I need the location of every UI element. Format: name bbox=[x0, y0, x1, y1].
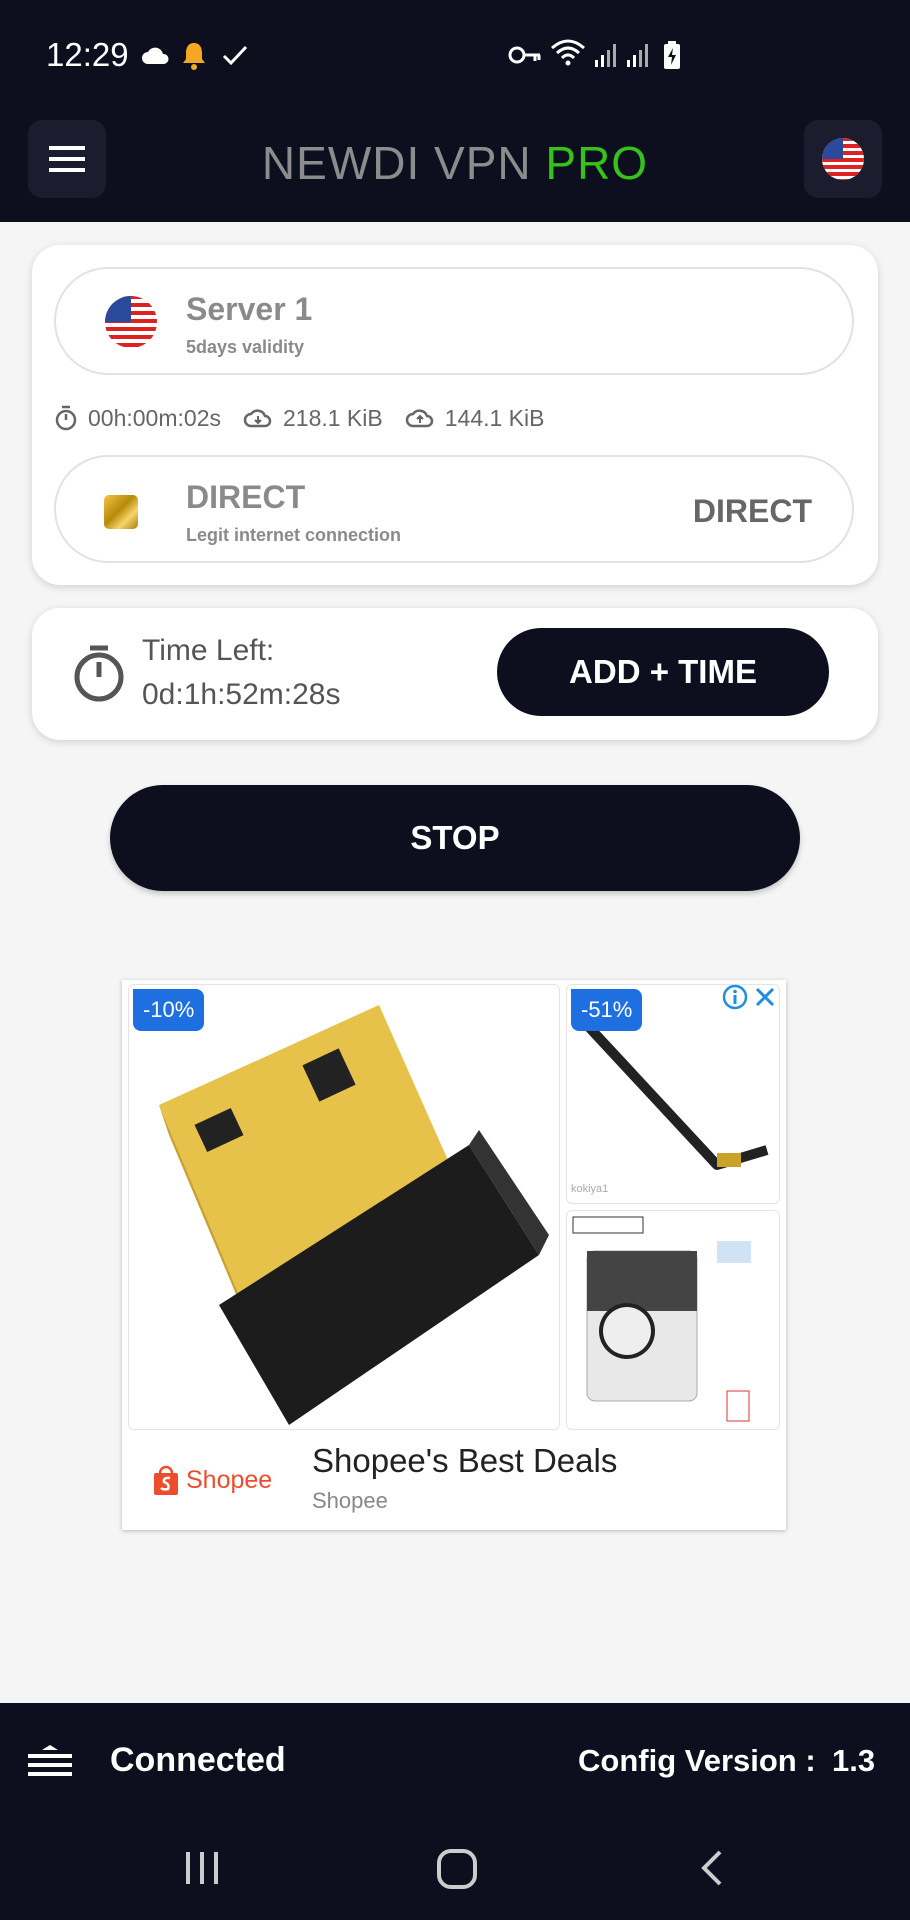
shopee-logo-text: Shopee bbox=[186, 1465, 273, 1494]
time-clock-picture bbox=[572, 1216, 751, 1422]
server-validity: 5days validity bbox=[186, 337, 305, 357]
time-left-value: 0d:1h:52m:28s bbox=[142, 678, 341, 711]
cloud-upload-icon bbox=[405, 409, 433, 428]
time-left-label: Time Left: bbox=[142, 634, 275, 667]
bottom-status-bar: Connected Config Version : 1.3 bbox=[0, 1703, 910, 1820]
status-time: 12:29 bbox=[46, 36, 129, 73]
connection-stats: 00h:00m:02s 218.1 KiB 144.1 KiB bbox=[54, 403, 566, 433]
discount-badge: -51% bbox=[571, 989, 643, 1031]
config-version-value: 1.3 bbox=[832, 1743, 876, 1778]
add-time-button[interactable]: ADD + TIME bbox=[497, 628, 829, 716]
discount-badge: -10% bbox=[133, 989, 205, 1031]
cloud-icon bbox=[142, 47, 169, 64]
stopwatch-icon bbox=[55, 405, 77, 431]
config-version-label: Config Version : bbox=[578, 1743, 816, 1778]
bell-alert-icon bbox=[183, 43, 205, 70]
ad-product-image-antenna[interactable]: -51% kokiya1 bbox=[566, 984, 780, 1204]
signal-icon-2 bbox=[627, 44, 648, 67]
ad-product-image-usb-adapter[interactable]: -10% bbox=[128, 984, 560, 1430]
connection-mode-selector[interactable]: DIRECT Legit internet connection DIRECT bbox=[54, 455, 854, 563]
ad-title[interactable]: Shopee's Best Deals bbox=[312, 1442, 617, 1480]
app-bar: NEWDI VPN PRO bbox=[0, 110, 910, 222]
home-icon[interactable] bbox=[436, 1848, 478, 1890]
app-title-main: NEWDI VPN bbox=[261, 137, 546, 189]
server-selector[interactable]: Server 1 5days validity bbox=[54, 267, 854, 375]
connection-status: Connected bbox=[110, 1741, 286, 1779]
timer-icon bbox=[74, 645, 124, 702]
wifi-icon bbox=[551, 39, 585, 66]
seller-caption: kokiya1 bbox=[571, 1183, 609, 1195]
stop-button[interactable]: STOP bbox=[110, 785, 800, 891]
connection-subtitle: Legit internet connection bbox=[186, 525, 402, 545]
shopee-logo: Shopee bbox=[152, 1464, 272, 1496]
download-stat: 218.1 KiB bbox=[243, 405, 383, 432]
ad-banner[interactable]: -10% -51% kokiya1 Shopee Shopee's Best D… bbox=[122, 980, 786, 1530]
country-flag-button[interactable] bbox=[804, 120, 882, 198]
check-icon bbox=[222, 45, 248, 66]
recent-apps-icon[interactable] bbox=[182, 1848, 222, 1888]
duration-stat: 00h:00m:02s bbox=[54, 405, 221, 432]
app-title-pro: PRO bbox=[545, 137, 649, 189]
server-name: Server 1 bbox=[186, 291, 313, 327]
connection-mode: DIRECT bbox=[692, 493, 812, 529]
battery-charging-icon bbox=[664, 41, 680, 69]
vpn-key-icon bbox=[508, 46, 541, 64]
usb-adapter-picture bbox=[159, 1005, 549, 1425]
ad-info-icon[interactable] bbox=[722, 984, 748, 1010]
duration-value: 00h:00m:02s bbox=[88, 404, 221, 431]
stack-menu-icon[interactable] bbox=[28, 1745, 72, 1777]
shopee-bag-icon bbox=[154, 1465, 178, 1495]
app-title: NEWDI VPN PRO bbox=[0, 136, 910, 190]
time-left-card: Time Left: 0d:1h:52m:28s ADD + TIME bbox=[32, 608, 878, 740]
upload-stat: 144.1 KiB bbox=[405, 404, 545, 432]
ad-close-icon[interactable] bbox=[752, 984, 778, 1010]
chip-icon bbox=[104, 495, 138, 529]
cloud-download-icon bbox=[243, 409, 272, 428]
ad-product-image-time-clock[interactable] bbox=[566, 1210, 780, 1430]
system-navigation-bar bbox=[0, 1820, 910, 1920]
back-icon[interactable] bbox=[696, 1848, 726, 1888]
signal-icon bbox=[595, 44, 616, 67]
us-flag-icon bbox=[105, 296, 157, 348]
status-bar: 12:29 bbox=[0, 0, 910, 110]
upload-value: 144.1 KiB bbox=[444, 404, 545, 431]
connection-title: DIRECT bbox=[186, 479, 306, 515]
download-value: 218.1 KiB bbox=[282, 404, 383, 431]
us-flag-icon bbox=[822, 138, 864, 180]
server-card: Server 1 5days validity 00h:00m:02s 218.… bbox=[32, 245, 878, 585]
ad-advertiser: Shopee bbox=[312, 1488, 388, 1513]
